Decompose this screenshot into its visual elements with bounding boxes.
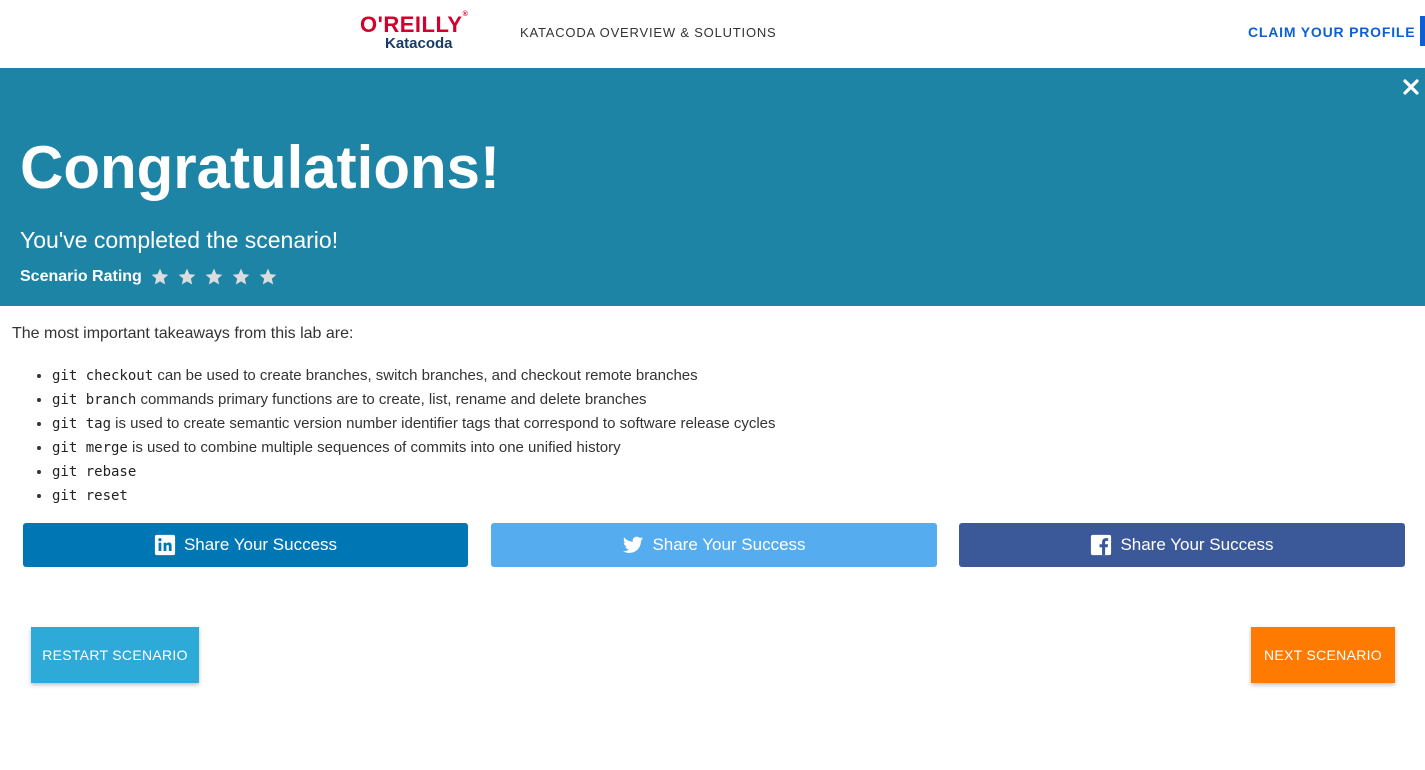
congratulations-banner: Congratulations! You've completed the sc… — [0, 68, 1425, 306]
header-edge-button[interactable] — [1420, 16, 1425, 46]
star-icon[interactable] — [258, 267, 278, 287]
share-twitter-button[interactable]: Share Your Success — [491, 523, 937, 567]
list-item: git reset — [52, 484, 776, 508]
share-twitter-label: Share Your Success — [652, 535, 806, 554]
logo-product: Katacoda — [385, 35, 453, 52]
claim-profile-link[interactable]: CLAIM YOUR PROFILE — [1248, 24, 1415, 40]
page-title: Congratulations! — [20, 134, 500, 201]
close-icon[interactable] — [1402, 78, 1420, 96]
rating-stars — [150, 267, 278, 287]
twitter-icon — [623, 536, 644, 553]
share-facebook-label: Share Your Success — [1120, 535, 1274, 554]
takeaways-intro: The most important takeaways from this l… — [12, 325, 354, 342]
list-item: git rebase — [52, 460, 776, 484]
oreilly-katacoda-logo[interactable]: O'REILLY® Katacoda — [360, 11, 472, 54]
share-linkedin-button[interactable]: Share Your Success — [23, 523, 468, 567]
scenario-rating: Scenario Rating — [20, 267, 278, 287]
restart-scenario-button[interactable]: RESTART SCENARIO — [31, 627, 199, 683]
top-navigation-bar: O'REILLY® Katacoda KATACODA OVERVIEW & S… — [0, 0, 1425, 68]
rating-label: Scenario Rating — [20, 268, 142, 285]
star-icon[interactable] — [231, 267, 251, 287]
star-icon[interactable] — [204, 267, 224, 287]
facebook-icon — [1091, 534, 1112, 556]
star-icon[interactable] — [150, 267, 170, 287]
linkedin-icon — [154, 534, 176, 556]
list-item: git tag is used to create semantic versi… — [52, 412, 776, 436]
nav-link-overview-solutions[interactable]: KATACODA OVERVIEW & SOLUTIONS — [520, 25, 777, 40]
list-item: git checkout can be used to create branc… — [52, 364, 776, 388]
star-icon[interactable] — [177, 267, 197, 287]
completion-subtitle: You've completed the scenario! — [20, 227, 339, 253]
share-facebook-button[interactable]: Share Your Success — [959, 523, 1405, 567]
list-item: git branch commands primary functions ar… — [52, 388, 776, 412]
next-scenario-button[interactable]: NEXT SCENARIO — [1251, 627, 1395, 683]
takeaways-list: git checkout can be used to create branc… — [32, 364, 776, 508]
list-item: git merge is used to combine multiple se… — [52, 436, 776, 460]
share-linkedin-label: Share Your Success — [183, 535, 338, 554]
